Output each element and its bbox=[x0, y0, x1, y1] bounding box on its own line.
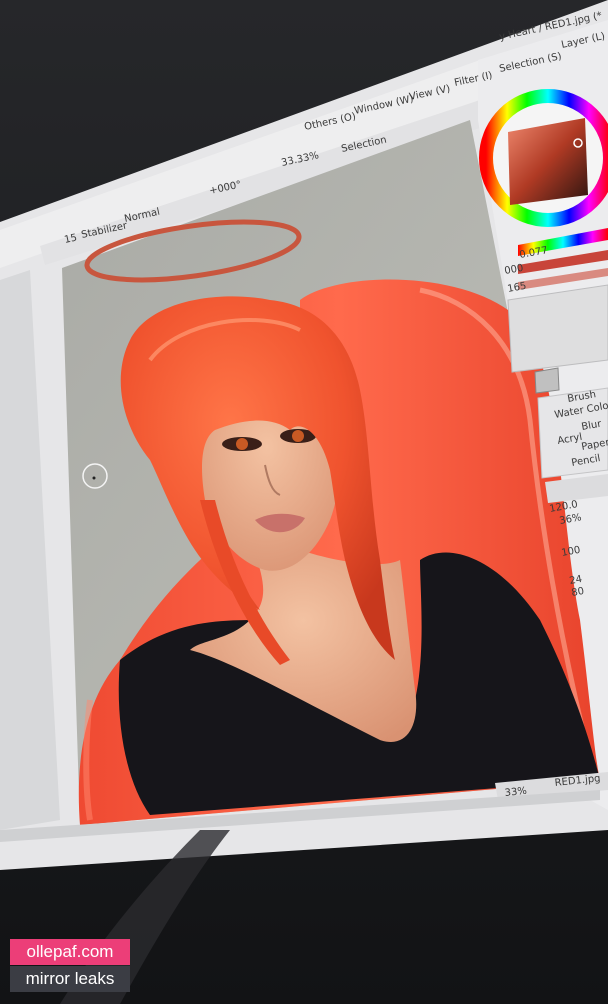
watermark-site: ollepaf.com bbox=[10, 939, 130, 965]
current-color-swatch bbox=[534, 367, 560, 394]
param-value-3[interactable]: 80 bbox=[571, 586, 585, 599]
watermark-tagline: mirror leaks bbox=[10, 966, 130, 992]
param-value-2[interactable]: 24 bbox=[569, 574, 583, 587]
scratchpad-panel bbox=[507, 284, 608, 373]
color-wheel bbox=[479, 89, 608, 227]
photo-of-drawing-tablet-screen: y Heart / RED1.jpg (* Layer (L) Selectio… bbox=[0, 0, 608, 1004]
